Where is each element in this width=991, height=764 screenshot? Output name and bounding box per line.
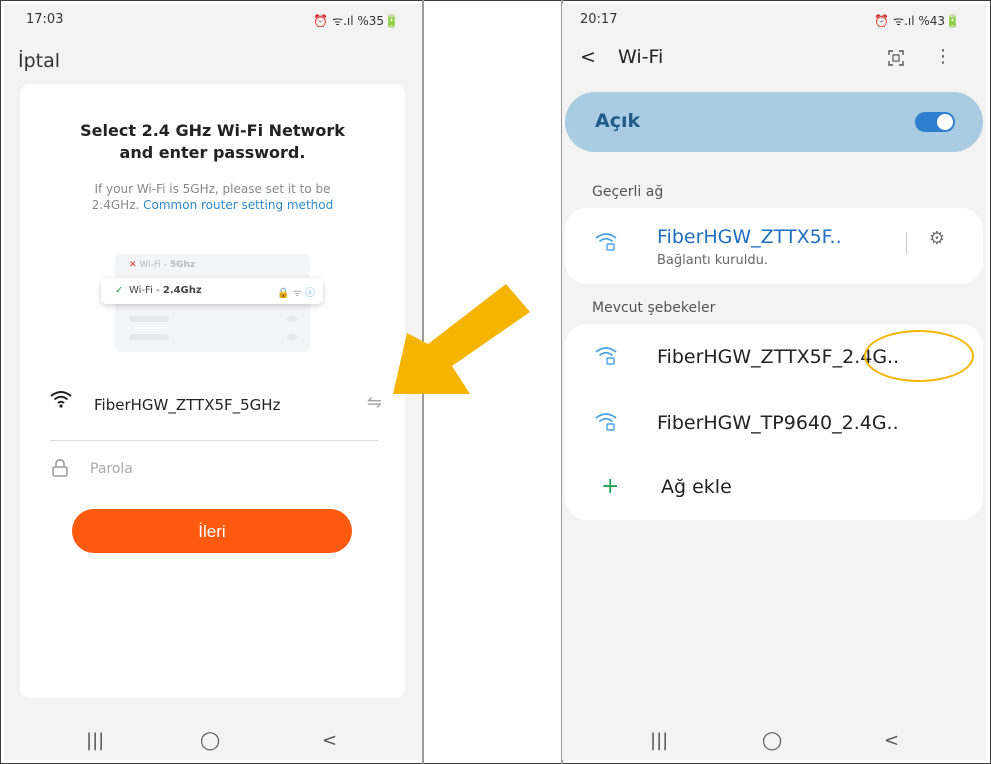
arrow-shape [393, 284, 530, 394]
arrow-annotation [393, 284, 530, 394]
